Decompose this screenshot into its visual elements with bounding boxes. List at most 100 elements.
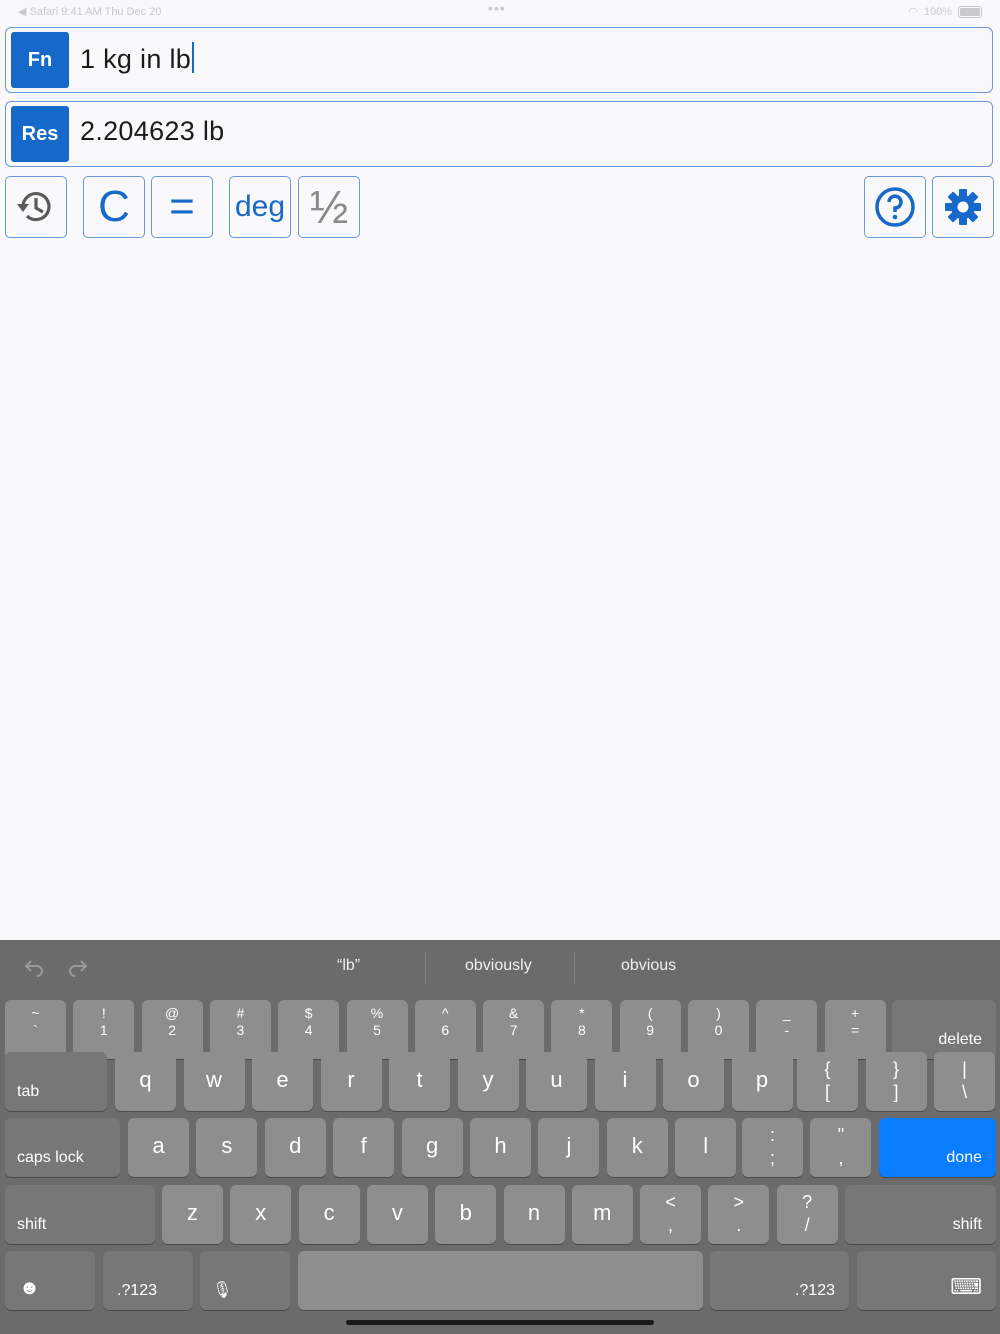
key-shift-char: ? [802,1192,813,1212]
dictation-key[interactable]: 🎙 [200,1251,290,1310]
history-icon [17,192,51,222]
key-n[interactable]: n [503,1185,565,1244]
numbers-label: .?123 [117,1282,158,1299]
hide-keyboard-key[interactable]: ⌨ [857,1251,996,1310]
key-,[interactable]: <, [640,1185,701,1244]
suggestion-2[interactable]: obviously [465,957,532,975]
suggestion-divider [574,952,575,984]
key-char: e [276,1067,289,1092]
status-right: ◠ 100% [908,5,982,18]
shift-right-key[interactable]: shift [845,1185,996,1244]
key-4[interactable]: $4 [278,1000,340,1059]
function-input[interactable]: 1 kg in lb [80,42,195,75]
key-p[interactable]: p [731,1052,793,1111]
key-[[interactable]: {[ [797,1052,858,1111]
key-\[interactable]: | \ [934,1052,995,1111]
key-char: y [482,1067,494,1092]
delete-key[interactable]: delete [892,1000,996,1059]
fraction-button[interactable]: ½ [298,176,360,238]
key-char: q [139,1067,152,1092]
key-a[interactable]: a [128,1118,189,1177]
key-g[interactable]: g [401,1118,463,1177]
help-icon [875,187,915,227]
key-shift-char: ~ [31,1005,40,1021]
key-f[interactable]: f [333,1118,395,1177]
shift-left-key[interactable]: shift [5,1185,155,1244]
key-7[interactable]: & 7 [483,1000,545,1059]
done-label: done [946,1149,982,1166]
emoji-key[interactable]: ☻ [5,1251,95,1310]
key-k[interactable]: k [606,1118,668,1177]
tab-key[interactable]: tab [5,1052,107,1111]
key-8[interactable]: * 8 [551,1000,613,1059]
key-6[interactable]: ^ 6 [414,1000,476,1059]
key-e[interactable]: e [252,1052,313,1111]
battery-icon [958,5,982,18]
key-u[interactable]: u [526,1052,587,1111]
key-m[interactable]: m [571,1185,633,1244]
key-z[interactable]: z [162,1185,223,1244]
key--[interactable]: _ - [756,1000,818,1059]
clear-button[interactable]: C [83,176,145,238]
text-caret [192,42,195,73]
emoji-icon: ☻ [19,1277,41,1299]
key-5[interactable]: % 5 [346,1000,408,1059]
function-input-row[interactable]: Fn 1 kg in lb [5,27,993,93]
numbers-label: .?123 [794,1282,835,1299]
settings-button[interactable] [932,176,994,238]
key-][interactable]: }] [865,1052,927,1111]
history-button[interactable] [5,176,67,238]
wifi-icon: ◠ [908,6,918,18]
key-2[interactable]: @2 [141,1000,203,1059]
space-key[interactable] [298,1251,703,1310]
key-/[interactable]: ? / [776,1185,838,1244]
multitask-dots[interactable]: ••• [488,0,506,16]
key-shift-char: ( [647,1005,653,1021]
key-0[interactable]: ) 0 [688,1000,749,1059]
key-q[interactable]: q [115,1052,176,1111]
key-char: t [416,1067,423,1092]
key-.[interactable]: >. [708,1185,770,1244]
key-l[interactable]: l [675,1118,737,1177]
numbers-key[interactable]: .?123 [103,1251,193,1310]
done-key[interactable]: done [879,1118,996,1177]
key-,[interactable]: ", [810,1118,872,1177]
key-char: / [804,1215,810,1235]
key-char: 8 [577,1022,586,1038]
key-y[interactable]: y [457,1052,519,1111]
key-o[interactable]: o [663,1052,724,1111]
undo-icon[interactable] [22,954,46,978]
key-char: d [289,1133,302,1158]
deg-button[interactable]: deg [229,176,291,238]
key-=[interactable]: + = [824,1000,886,1059]
key-t[interactable]: t [389,1052,450,1111]
key-r[interactable]: r [320,1052,382,1111]
key-shift-char: $ [304,1005,313,1021]
key-c[interactable]: c [298,1185,360,1244]
key-v[interactable]: v [366,1185,428,1244]
key-shift-char: | [962,1059,967,1079]
key-w[interactable]: w [183,1052,245,1111]
key-s[interactable]: s [196,1118,258,1177]
help-button[interactable] [864,176,926,238]
key-3[interactable]: #3 [209,1000,271,1059]
key-char: 6 [441,1022,450,1038]
key-j[interactable]: j [538,1118,600,1177]
key-b[interactable]: b [435,1185,497,1244]
redo-icon[interactable] [66,954,90,978]
fraction-label: ½ [309,181,349,233]
key-d[interactable]: d [264,1118,326,1177]
suggestion-1[interactable]: “lb” [337,957,360,975]
suggestion-3[interactable]: obvious [621,957,676,975]
key-1[interactable]: ! 1 [73,1000,135,1059]
key-h[interactable]: h [470,1118,531,1177]
key-char: h [494,1133,507,1158]
numbers-key-right[interactable]: .?123 [710,1251,849,1310]
key-;[interactable]: :; [742,1118,803,1177]
key-x[interactable]: x [230,1185,292,1244]
key-i[interactable]: i [594,1052,656,1111]
key-`[interactable]: ~ ` [5,1000,66,1059]
equals-button[interactable]: = [151,176,213,238]
key-9[interactable]: (9 [619,1000,681,1059]
caps-lock-key[interactable]: caps lock [5,1118,120,1177]
